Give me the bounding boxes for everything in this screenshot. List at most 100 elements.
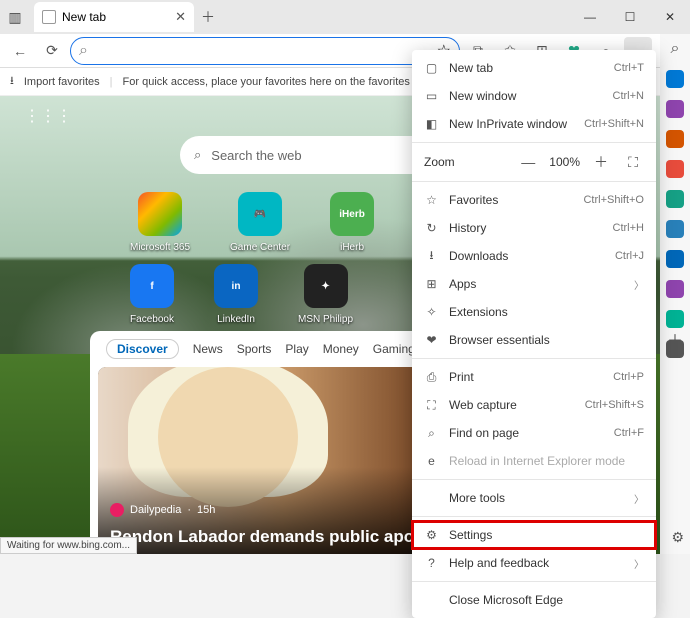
- menu-downloads[interactable]: ⭳DownloadsCtrl+J: [412, 242, 656, 270]
- sidebar-app-icon[interactable]: [666, 190, 684, 208]
- sidebar-app-icon[interactable]: [666, 220, 684, 238]
- status-bar: Waiting for www.bing.com...: [0, 537, 137, 554]
- menu-settings[interactable]: ⚙Settings: [412, 521, 656, 549]
- newtab-icon: ▢: [424, 61, 439, 76]
- tile-label: Game Center: [230, 242, 290, 253]
- menu-inprivate[interactable]: ◧New InPrivate windowCtrl+Shift+N: [412, 110, 656, 138]
- browser-tab[interactable]: New tab ✕: [34, 2, 194, 32]
- zoom-label: Zoom: [424, 155, 507, 169]
- sidebar-app-icon[interactable]: [666, 100, 684, 118]
- search-icon: ⌕: [79, 42, 88, 60]
- address-bar[interactable]: ⌕ ☆: [70, 37, 460, 65]
- minimize-button[interactable]: —: [570, 0, 610, 34]
- new-tab-button[interactable]: ＋: [194, 3, 222, 31]
- app-launcher-icon[interactable]: ⋮⋮⋮: [24, 106, 72, 126]
- search-placeholder: Search the web: [211, 148, 301, 163]
- sidebar-app-icon[interactable]: [666, 130, 684, 148]
- edge-sidebar: ⌕: [660, 34, 690, 554]
- ie-icon: e: [424, 454, 439, 469]
- card-source: Dailypedia · 15h: [110, 503, 215, 517]
- sidebar-settings-icon[interactable]: ⚙: [671, 529, 684, 546]
- menu-apps[interactable]: ⊞Apps〉: [412, 270, 656, 298]
- back-button[interactable]: ←: [6, 37, 34, 65]
- zoom-in-button[interactable]: ＋: [590, 152, 612, 172]
- import-favorites-link[interactable]: Import favorites: [24, 76, 100, 88]
- menu-history[interactable]: ↻HistoryCtrl+H: [412, 214, 656, 242]
- find-icon: ⌕: [424, 426, 439, 441]
- tile-icon: iHerb: [330, 192, 374, 236]
- star-icon: ☆: [424, 193, 439, 208]
- separator: [412, 581, 656, 582]
- sidebar-app-icon[interactable]: [666, 310, 684, 328]
- quick-links-row1: Microsoft 365🎮Game CenteriHerbiHerbB.Boo…: [130, 192, 458, 253]
- address-input[interactable]: [94, 44, 431, 58]
- menu-more-tools[interactable]: More tools〉: [412, 484, 656, 512]
- blank-icon: [424, 593, 439, 608]
- feed-tab[interactable]: News: [193, 342, 223, 356]
- feed-tab[interactable]: Money: [323, 342, 359, 356]
- quick-link[interactable]: inLinkedIn: [214, 264, 258, 325]
- tab-close-icon[interactable]: ✕: [175, 9, 186, 25]
- tab-actions-icon[interactable]: ▥: [0, 2, 30, 32]
- favorites-hint: For quick access, place your favorites h…: [123, 76, 432, 88]
- feed-tab[interactable]: Discover: [106, 339, 179, 359]
- refresh-button[interactable]: ⟳: [38, 37, 66, 65]
- tile-icon: ✦: [304, 264, 348, 308]
- zoom-value: 100%: [549, 155, 580, 169]
- sidebar-add-icon[interactable]: ＋: [666, 330, 684, 348]
- blank-icon: [424, 491, 439, 506]
- import-favorites-icon: ⭳: [10, 72, 14, 91]
- sidebar-app-icon[interactable]: [666, 250, 684, 268]
- source-icon: [110, 503, 124, 517]
- inprivate-icon: ◧: [424, 117, 439, 132]
- quick-links-row2: fFacebook inLinkedIn ✦ MSN Philipp: [130, 264, 353, 325]
- maximize-button[interactable]: ☐: [610, 0, 650, 34]
- close-button[interactable]: ✕: [650, 0, 690, 34]
- separator: [412, 516, 656, 517]
- sidebar-app-icon[interactable]: [666, 70, 684, 88]
- sidebar-app-icon[interactable]: [666, 160, 684, 178]
- sidebar-search-icon[interactable]: ⌕: [666, 40, 684, 58]
- menu-new-tab[interactable]: ▢New tabCtrl+T: [412, 54, 656, 82]
- tile-icon: 🎮: [238, 192, 282, 236]
- tile-label: MSN Philipp: [298, 314, 353, 325]
- tile-icon: f: [130, 264, 174, 308]
- feed-tab[interactable]: Sports: [237, 342, 272, 356]
- capture-icon: ⛶: [424, 398, 439, 413]
- menu-essentials[interactable]: ❤Browser essentials: [412, 326, 656, 354]
- tile-icon: in: [214, 264, 258, 308]
- menu-web-capture[interactable]: ⛶Web captureCtrl+Shift+S: [412, 391, 656, 419]
- separator: [412, 142, 656, 143]
- download-icon: ⭳: [424, 249, 439, 264]
- extensions-icon: ✧: [424, 305, 439, 320]
- separator: [412, 479, 656, 480]
- feed-tab[interactable]: Gaming: [373, 342, 415, 356]
- menu-print[interactable]: ⎙PrintCtrl+P: [412, 363, 656, 391]
- separator: [412, 181, 656, 182]
- menu-favorites[interactable]: ☆FavoritesCtrl+Shift+O: [412, 186, 656, 214]
- history-icon: ↻: [424, 221, 439, 236]
- tile-label: iHerb: [340, 242, 364, 253]
- gear-icon: ⚙: [424, 528, 439, 543]
- chevron-right-icon: 〉: [634, 277, 644, 292]
- quick-link[interactable]: Microsoft 365: [130, 192, 190, 253]
- quick-link[interactable]: iHerb iHerb: [330, 192, 374, 253]
- quick-link[interactable]: fFacebook: [130, 264, 174, 325]
- menu-zoom: Zoom — 100% ＋ ⛶: [412, 147, 656, 177]
- menu-new-window[interactable]: ▭New windowCtrl+N: [412, 82, 656, 110]
- tile-icon: [138, 192, 182, 236]
- menu-extensions[interactable]: ✧Extensions: [412, 298, 656, 326]
- sidebar-app-icon[interactable]: [666, 280, 684, 298]
- quick-link[interactable]: ✦ MSN Philipp: [298, 264, 353, 325]
- separator: [412, 358, 656, 359]
- tab-title: New tab: [62, 10, 106, 24]
- menu-find[interactable]: ⌕Find on pageCtrl+F: [412, 419, 656, 447]
- zoom-out-button[interactable]: —: [517, 154, 539, 170]
- quick-link[interactable]: 🎮 Game Center: [230, 192, 290, 253]
- essentials-icon: ❤: [424, 333, 439, 348]
- menu-help[interactable]: ?Help and feedback〉: [412, 549, 656, 577]
- feed-tab[interactable]: Play: [285, 342, 308, 356]
- menu-close-edge[interactable]: Close Microsoft Edge: [412, 586, 656, 614]
- apps-icon: ⊞: [424, 277, 439, 292]
- fullscreen-button[interactable]: ⛶: [622, 154, 644, 171]
